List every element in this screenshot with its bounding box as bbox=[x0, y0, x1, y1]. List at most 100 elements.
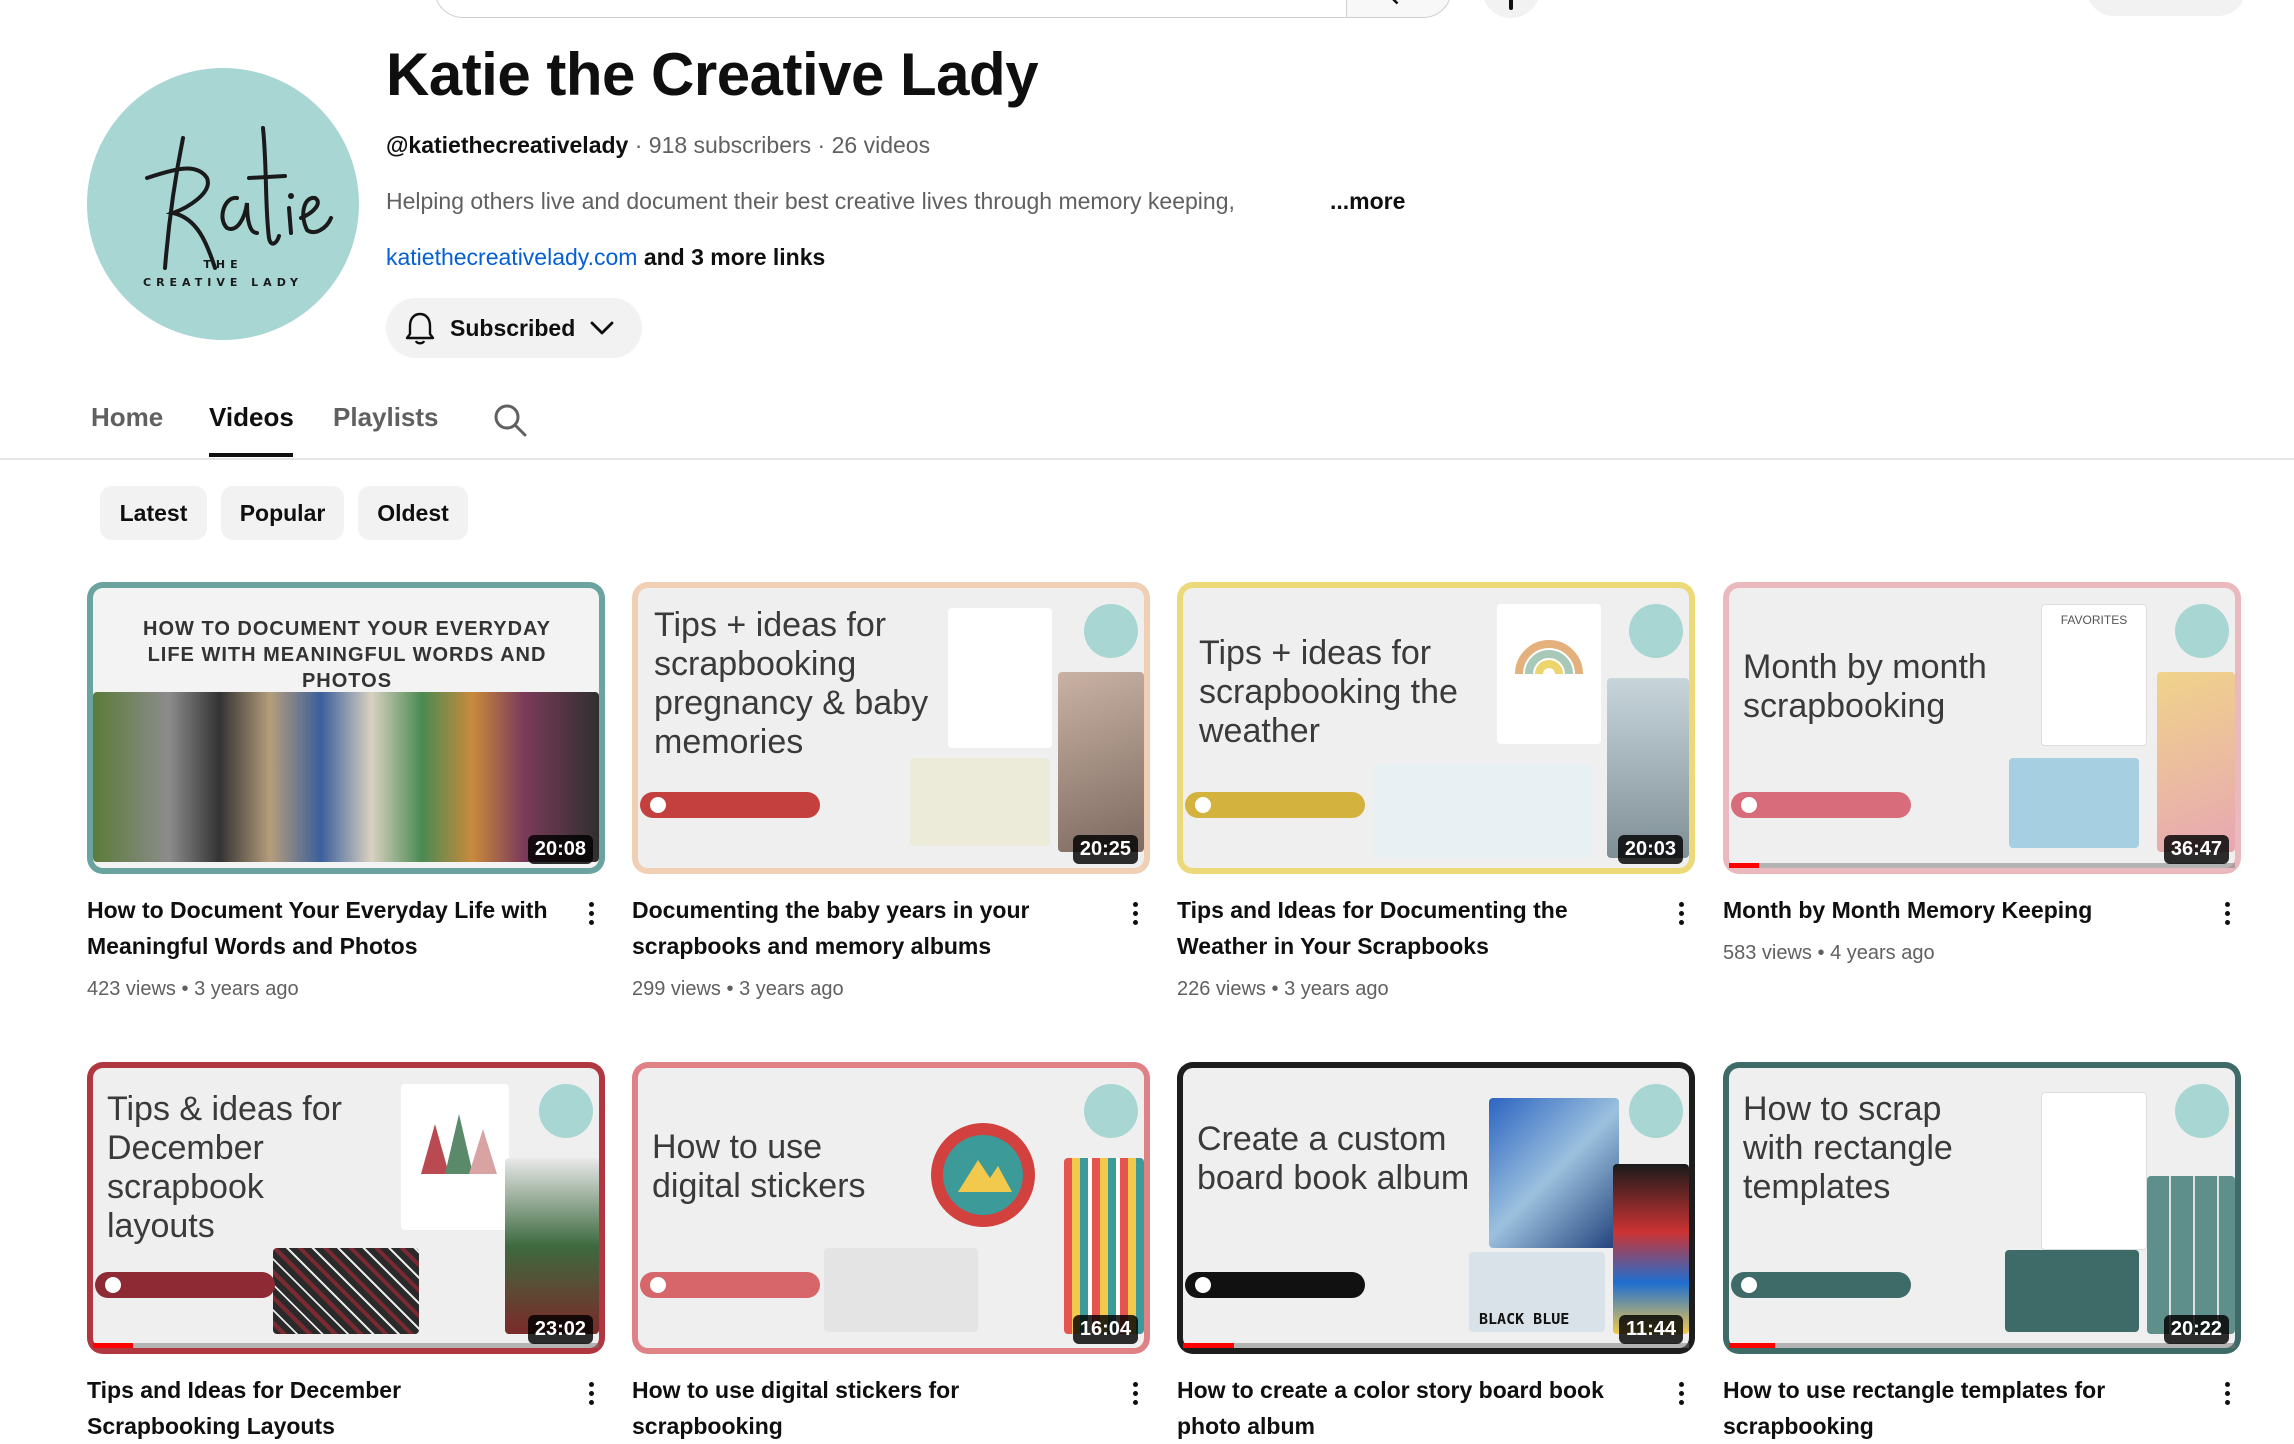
subscribed-label: Subscribed bbox=[450, 314, 576, 341]
subscribed-button[interactable]: Subscribed bbox=[386, 298, 642, 358]
create-button[interactable] bbox=[2086, 0, 2246, 16]
video-count: 26 videos bbox=[831, 132, 931, 158]
more-links-button[interactable]: and 3 more links bbox=[644, 244, 826, 270]
video-menu-button[interactable] bbox=[1679, 902, 1687, 929]
video-title[interactable]: How to Document Your Everyday Life with … bbox=[87, 892, 557, 964]
blue-photo-grid bbox=[1489, 1098, 1619, 1248]
video-menu-button[interactable] bbox=[589, 1382, 597, 1409]
video-duration: 20:22 bbox=[2163, 1315, 2229, 1344]
avatar-tagline: CREATIVE LADY bbox=[143, 276, 303, 289]
tab-home[interactable]: Home bbox=[91, 402, 163, 433]
channel-website-link[interactable]: katiethecreativelady.com bbox=[386, 244, 637, 270]
chip-latest[interactable]: Latest bbox=[100, 486, 207, 540]
video-duration: 23:02 bbox=[527, 1315, 593, 1344]
view-count: 423 views bbox=[87, 978, 176, 1000]
video-menu-button[interactable] bbox=[2225, 1382, 2233, 1409]
video-thumbnail[interactable]: Tips & ideas for December scrapbook layo… bbox=[87, 1062, 605, 1354]
christmas-trees-icon bbox=[421, 1114, 497, 1174]
meta-separator: · bbox=[817, 132, 826, 158]
watch-now-badge bbox=[1731, 1272, 1911, 1298]
avatar-tagline-the: THE bbox=[203, 258, 243, 271]
katie-logo-icon bbox=[1084, 1084, 1138, 1138]
video-meta: 226 views • 3 years ago bbox=[1177, 978, 1389, 1000]
watch-now-badge bbox=[1185, 1272, 1365, 1298]
video-thumbnail[interactable]: How to scrap with rectangle templates 20… bbox=[1723, 1062, 2241, 1354]
tabs-divider bbox=[0, 458, 2294, 460]
rainbow-icon bbox=[1515, 640, 1583, 675]
search-icon bbox=[1392, 0, 1399, 5]
video-menu-button[interactable] bbox=[1679, 1382, 1687, 1409]
channel-description[interactable]: Helping others live and document their b… bbox=[386, 188, 1235, 215]
video-title[interactable]: Tips and Ideas for Documenting the Weath… bbox=[1177, 892, 1647, 964]
video-thumbnail[interactable]: Tips + ideas for scrapbooking pregnancy … bbox=[632, 582, 1150, 874]
watch-now-badge bbox=[640, 792, 820, 818]
meta-separator: · bbox=[634, 132, 643, 158]
katie-logo-icon bbox=[145, 126, 333, 270]
rectangle-template bbox=[2005, 1250, 2139, 1332]
video-duration: 20:25 bbox=[1072, 835, 1138, 864]
video-thumbnail[interactable]: Create a custom board book album BLACK B… bbox=[1177, 1062, 1695, 1354]
katie-logo-icon bbox=[1629, 1084, 1683, 1138]
thumbnail-caption: How to scrap with rectangle templates bbox=[1743, 1090, 1953, 1206]
video-title[interactable]: How to create a color story board book p… bbox=[1177, 1372, 1647, 1444]
channel-links: katiethecreativelady.com and 3 more link… bbox=[386, 244, 825, 271]
thumbnail-caption: Create a custom board book album bbox=[1197, 1120, 1470, 1197]
channel-avatar[interactable]: THE CREATIVE LADY bbox=[87, 68, 359, 340]
pattern-paper bbox=[1064, 1158, 1144, 1334]
channel-search-icon[interactable] bbox=[492, 402, 528, 438]
video-title[interactable]: How to use rectangle templates for scrap… bbox=[1723, 1372, 2193, 1444]
video-thumbnail[interactable]: How to use digital stickers 16:04 bbox=[632, 1062, 1150, 1354]
thumbnail-caption: How to use digital stickers bbox=[652, 1128, 866, 1205]
watch-now-badge bbox=[1731, 792, 1911, 818]
video-age: 3 years ago bbox=[739, 978, 844, 1000]
video-age: 3 years ago bbox=[1284, 978, 1389, 1000]
view-count: 299 views bbox=[632, 978, 721, 1000]
video-duration: 20:03 bbox=[1617, 835, 1683, 864]
search-input[interactable] bbox=[434, 0, 1346, 18]
stickers-sheet bbox=[824, 1248, 978, 1332]
tab-playlists[interactable]: Playlists bbox=[333, 402, 439, 433]
board-book-label: BLACK BLUE bbox=[1479, 1310, 1570, 1328]
calendar-paper bbox=[2157, 672, 2235, 852]
katie-logo-icon bbox=[1084, 604, 1138, 658]
trees-card-image bbox=[401, 1084, 509, 1230]
video-menu-button[interactable] bbox=[589, 902, 597, 929]
chip-popular[interactable]: Popular bbox=[221, 486, 344, 540]
video-menu-button[interactable] bbox=[2225, 902, 2233, 929]
video-title[interactable]: Month by Month Memory Keeping bbox=[1723, 892, 2193, 928]
katie-logo-icon bbox=[1629, 604, 1683, 658]
description-more-button[interactable]: ...more bbox=[1330, 188, 1405, 215]
watch-now-badge bbox=[640, 1272, 820, 1298]
chip-oldest[interactable]: Oldest bbox=[358, 486, 468, 540]
search-button[interactable] bbox=[1346, 0, 1452, 18]
video-thumbnail[interactable]: Month by month scrapbooking FAVORITES 36… bbox=[1723, 582, 2241, 874]
video-duration: 11:44 bbox=[1618, 1315, 1683, 1344]
subscriber-count: 918 subscribers bbox=[648, 132, 812, 158]
thumbnail-caption: Tips + ideas for scrapbooking pregnancy … bbox=[654, 606, 929, 761]
video-duration: 16:04 bbox=[1072, 1315, 1138, 1344]
tab-videos[interactable]: Videos bbox=[209, 402, 294, 433]
chevron-down-icon bbox=[590, 321, 614, 335]
watch-now-badge bbox=[1185, 792, 1365, 818]
watch-progress-track bbox=[1729, 863, 2235, 868]
view-count: 583 views bbox=[1723, 942, 1812, 964]
video-age: 4 years ago bbox=[1830, 942, 1935, 964]
katie-logo-icon bbox=[2175, 1084, 2229, 1138]
video-title[interactable]: Tips and Ideas for December Scrapbooking… bbox=[87, 1372, 557, 1444]
baby-photo bbox=[1058, 672, 1144, 852]
video-title[interactable]: How to use digital stickers for scrapboo… bbox=[632, 1372, 1102, 1444]
video-title[interactable]: Documenting the baby years in your scrap… bbox=[632, 892, 1102, 964]
lego-photo bbox=[1613, 1164, 1689, 1334]
favorites-label: FAVORITES bbox=[2060, 613, 2128, 627]
voice-search-button[interactable] bbox=[1482, 0, 1540, 18]
thumbnail-caption: Month by month scrapbooking bbox=[1743, 648, 1987, 725]
board-book-paper: BLACK BLUE bbox=[1469, 1252, 1605, 1332]
video-age: 3 years ago bbox=[194, 978, 299, 1000]
watch-progress-track bbox=[1729, 1343, 2235, 1348]
video-menu-button[interactable] bbox=[1133, 1382, 1141, 1409]
vacation-page-image bbox=[2041, 1092, 2147, 1250]
video-thumbnail[interactable]: Tips + ideas for scrapbooking the weathe… bbox=[1177, 582, 1695, 874]
video-thumbnail[interactable]: HOW TO DOCUMENT YOUR EVERYDAY LIFE WITH … bbox=[87, 582, 605, 874]
video-menu-button[interactable] bbox=[1133, 902, 1141, 929]
bell-icon bbox=[405, 312, 435, 345]
